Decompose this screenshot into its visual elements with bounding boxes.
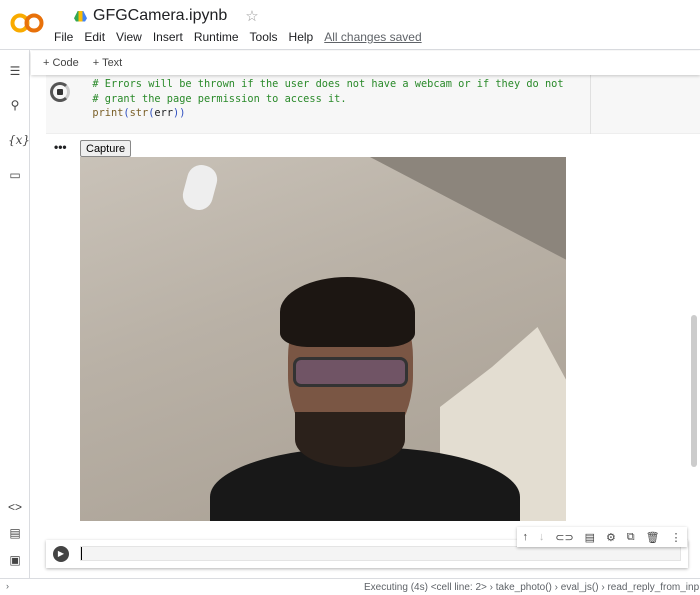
delete-icon[interactable]: 🗑 (646, 531, 660, 544)
search-icon[interactable]: ⚲ (8, 98, 22, 112)
webcam-preview (80, 157, 566, 521)
output-menu-icon[interactable]: ••• (54, 140, 67, 154)
text-cursor (81, 547, 82, 560)
move-up-icon[interactable]: ↑ (522, 531, 528, 543)
menu-tools[interactable]: Tools (250, 30, 278, 44)
link-icon[interactable]: ⊂⊃ (555, 531, 573, 544)
add-text-button[interactable]: + Text (93, 57, 122, 69)
top-bar: GFGCamera.ipynb ☆ File Edit View Insert R… (0, 0, 700, 50)
more-icon[interactable]: ⋮ (670, 531, 681, 544)
menu-help[interactable]: Help (289, 30, 314, 44)
sidebar: ☰ ⚲ {x} ▭ <> ▤ ▣ (0, 50, 30, 578)
menu-edit[interactable]: Edit (84, 30, 105, 44)
add-code-button[interactable]: + Code (43, 57, 79, 69)
expand-icon[interactable]: › (6, 581, 9, 591)
colab-logo[interactable] (10, 12, 44, 34)
code-token: err (154, 107, 174, 119)
terminal-icon[interactable]: ▣ (8, 553, 22, 567)
code-line: print(str(err)) (80, 106, 564, 121)
code-token: str (129, 107, 149, 119)
execution-status: Executing (4s) <cell line: 2> › take_pho… (364, 582, 700, 593)
cell-divider (590, 70, 591, 134)
save-status[interactable]: All changes saved (324, 30, 421, 44)
menu-bar: File Edit View Insert Runtime Tools Help… (54, 30, 422, 44)
stop-execution-button[interactable] (50, 82, 70, 102)
folder-icon[interactable]: ▭ (8, 168, 22, 182)
code-line: # grant the page permission to access it… (80, 92, 564, 107)
code-snippets-icon[interactable]: <> (8, 500, 22, 514)
notebook-toolbar: + Code + Text (31, 51, 700, 75)
scrollbar[interactable] (691, 315, 697, 467)
command-palette-icon[interactable]: ▤ (8, 526, 22, 540)
variables-icon[interactable]: {x} (8, 133, 30, 147)
notebook-title[interactable]: GFGCamera.ipynb (93, 7, 227, 25)
code-token: # grant the page permission to access it… (80, 92, 347, 105)
drive-icon (74, 10, 87, 22)
code-editor[interactable]: except Exception as err: # Errors will b… (80, 68, 564, 121)
star-icon[interactable]: ☆ (245, 7, 258, 25)
table-of-contents-icon[interactable]: ☰ (8, 64, 22, 78)
run-cell-button[interactable]: ▶ (53, 546, 69, 562)
menu-file[interactable]: File (54, 30, 73, 44)
menu-view[interactable]: View (116, 30, 142, 44)
status-bar: › Executing (4s) <cell line: 2> › take_p… (0, 578, 700, 595)
comment-icon[interactable]: ▤ (585, 531, 595, 544)
code-token: # Errors will be thrown if the user does… (80, 78, 564, 90)
cell-input[interactable] (80, 546, 681, 561)
menu-insert[interactable]: Insert (153, 30, 183, 44)
code-line: # Errors will be thrown if the user does… (80, 77, 564, 92)
capture-button[interactable]: Capture (80, 140, 132, 157)
move-down-icon[interactable]: ↓ (539, 531, 545, 543)
menu-runtime[interactable]: Runtime (194, 30, 239, 44)
gear-icon[interactable]: ⚙ (606, 531, 616, 544)
cell-toolbar: ↑ ↓ ⊂⊃ ▤ ⚙ ⧉ 🗑 ⋮ (517, 527, 687, 547)
code-token: print (80, 107, 124, 119)
mirror-cell-icon[interactable]: ⧉ (627, 531, 635, 544)
code-token: )) (173, 107, 186, 119)
